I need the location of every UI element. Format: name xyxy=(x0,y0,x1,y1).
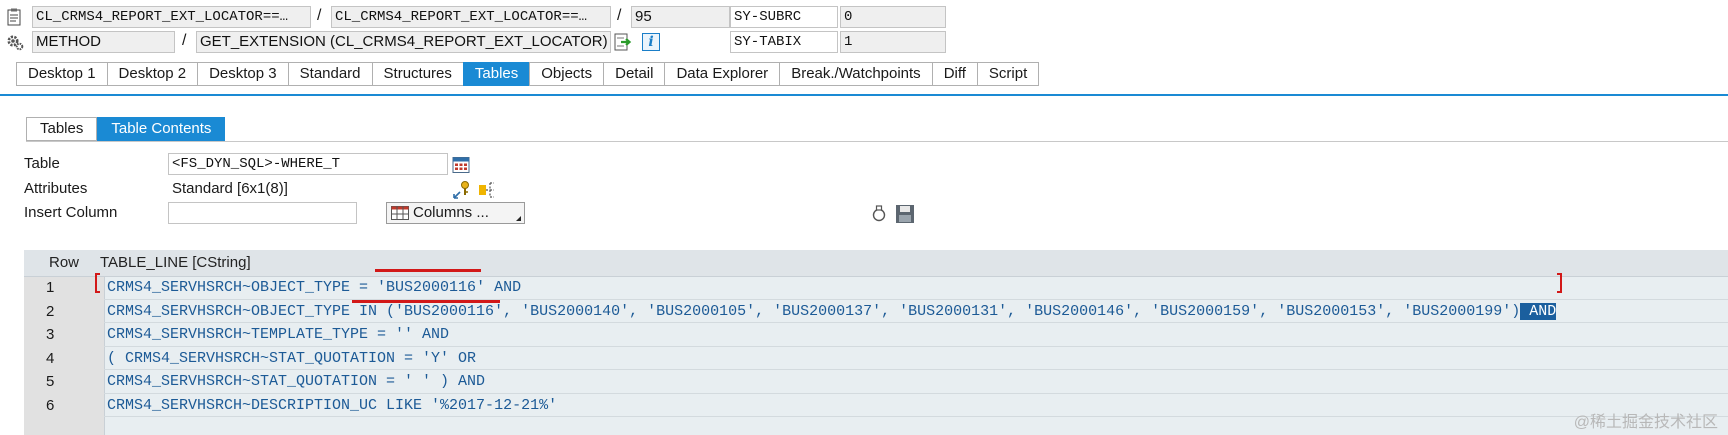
cell-text: CRMS4_SERVHSRCH~DESCRIPTION_UC LIKE '%20… xyxy=(107,396,558,414)
cell-text: CRMS4_SERVHSRCH~TEMPLATE_TYPE = '' AND xyxy=(107,326,450,343)
table-line-cell[interactable]: CRMS4_SERVHSRCH~OBJECT_TYPE IN ('BUS2000… xyxy=(107,299,1557,325)
sub-tab-strip: Tables Table Contents xyxy=(26,117,226,141)
table-line-column-header[interactable]: TABLE_LINE [CString] xyxy=(100,250,251,276)
table-label: Table xyxy=(24,155,60,172)
info-glyph: i xyxy=(642,33,660,51)
row-number-column xyxy=(24,250,105,435)
tab-diff[interactable]: Diff xyxy=(931,62,977,86)
annotation-underline xyxy=(352,300,500,303)
navigate-icon[interactable] xyxy=(613,31,635,53)
columns-grid-icon xyxy=(390,205,410,221)
settings-gear-icon xyxy=(5,32,25,52)
annotation-underline xyxy=(375,269,481,272)
tab-structures[interactable]: Structures xyxy=(371,62,463,86)
row-divider xyxy=(104,416,1728,417)
table-line-cell[interactable]: ( CRMS4_SERVHSRCH~STAT_QUOTATION = 'Y' O… xyxy=(107,346,476,372)
table-contents-grid: Row TABLE_LINE [CString] 1 CRMS4_SERVHSRC… xyxy=(24,250,1728,435)
columns-button-label: Columns ... xyxy=(413,204,489,221)
info-icon[interactable]: i xyxy=(641,32,661,52)
tab-tables[interactable]: Tables xyxy=(462,62,530,86)
program-icon xyxy=(6,7,24,27)
event-type-field[interactable]: METHOD xyxy=(32,31,175,53)
include-field[interactable]: CL_CRMS4_REPORT_EXT_LOCATOR==… xyxy=(331,6,611,28)
cell-text: CRMS4_SERVHSRCH~STAT_QUOTATION = ' ' ) A… xyxy=(107,373,486,390)
row-number: 4 xyxy=(46,349,55,367)
dropdown-arrow-icon xyxy=(516,216,521,221)
row-number: 2 xyxy=(46,302,55,320)
tab-standard[interactable]: Standard xyxy=(287,62,372,86)
sysvar-value-field: 0 xyxy=(840,6,946,28)
bulb-icon[interactable] xyxy=(870,203,888,225)
selected-text: AND xyxy=(1520,302,1557,320)
cell-text: 'BUS2000116' AND xyxy=(377,279,522,296)
cell-text: CRMS4_SERVHSRCH~OBJECT_TYPE IN ('BUS2000… xyxy=(107,302,1521,320)
separator-slash: / xyxy=(617,7,622,24)
subtab-divider xyxy=(26,141,1728,142)
table-line-cell[interactable]: CRMS4_SERVHSRCH~TEMPLATE_TYPE = '' AND xyxy=(107,322,449,348)
annotation-bracket-right xyxy=(1557,273,1562,293)
table-line-cell[interactable]: CRMS4_SERVHSRCH~DESCRIPTION_UC LIKE '%20… xyxy=(107,393,557,419)
subtab-tables[interactable]: Tables xyxy=(26,117,98,141)
cell-text: ( CRMS4_SERVHSRCH~STAT_QUOTATION = 'Y' O… xyxy=(107,349,477,367)
line-number-field[interactable]: 95 xyxy=(631,6,730,28)
row-number: 1 xyxy=(46,279,55,296)
sysvar-value-field: 1 xyxy=(840,31,946,53)
row-number: 6 xyxy=(46,396,55,414)
grid-header xyxy=(24,250,1728,277)
sysvar-name-field[interactable]: SY-TABIX xyxy=(730,31,838,53)
attributes-label: Attributes xyxy=(24,180,88,197)
tab-break-watchpoints[interactable]: Break./Watchpoints xyxy=(779,62,932,86)
separator-slash: / xyxy=(182,32,187,49)
separator-slash: / xyxy=(317,7,322,24)
tab-objects[interactable]: Objects xyxy=(529,62,604,86)
row-column-header[interactable]: Row xyxy=(49,250,79,276)
calendar-table-icon[interactable] xyxy=(451,155,471,175)
row-number: 3 xyxy=(46,326,55,343)
tab-data-explorer[interactable]: Data Explorer xyxy=(664,62,780,86)
tab-divider xyxy=(0,94,1728,96)
row-number: 5 xyxy=(46,373,55,390)
attributes-value: Standard [6x1(8)] xyxy=(172,180,288,197)
annotation-bracket-left xyxy=(95,273,100,293)
cell-text: CRMS4_SERVHSRCH~OBJECT_TYPE = xyxy=(107,279,378,296)
save-icon[interactable] xyxy=(894,203,916,225)
insert-column-label: Insert Column xyxy=(24,204,118,221)
watermark: @稀土掘金技术社区 xyxy=(1573,414,1718,431)
program-field[interactable]: CL_CRMS4_REPORT_EXT_LOCATOR==… xyxy=(32,6,311,28)
attributes-key-icon[interactable] xyxy=(451,180,473,200)
tab-desktop-1[interactable]: Desktop 1 xyxy=(16,62,107,86)
tab-desktop-3[interactable]: Desktop 3 xyxy=(197,62,288,86)
tab-detail[interactable]: Detail xyxy=(603,62,665,86)
event-name-field[interactable]: GET_EXTENSION (CL_CRMS4_REPORT_EXT_LOCAT… xyxy=(196,31,611,53)
table-line-cell[interactable]: CRMS4_SERVHSRCH~OBJECT_TYPE = 'BUS200011… xyxy=(107,275,521,301)
main-tab-strip: Desktop 1 Desktop 2 Desktop 3 Standard Struc… xyxy=(16,62,1040,86)
tab-desktop-2[interactable]: Desktop 2 xyxy=(106,62,198,86)
tab-script[interactable]: Script xyxy=(976,62,1040,86)
insert-column-input[interactable] xyxy=(168,202,357,224)
columns-button[interactable]: Columns ... xyxy=(386,202,525,224)
table-line-cell[interactable]: CRMS4_SERVHSRCH~STAT_QUOTATION = ' ' ) A… xyxy=(107,369,485,395)
sysvar-name-field[interactable]: SY-SUBRC xyxy=(730,6,838,28)
table-input[interactable]: <FS_DYN_SQL>-WHERE_T xyxy=(168,153,448,175)
hierarchy-icon[interactable] xyxy=(477,180,499,200)
subtab-table-contents[interactable]: Table Contents xyxy=(97,117,226,141)
